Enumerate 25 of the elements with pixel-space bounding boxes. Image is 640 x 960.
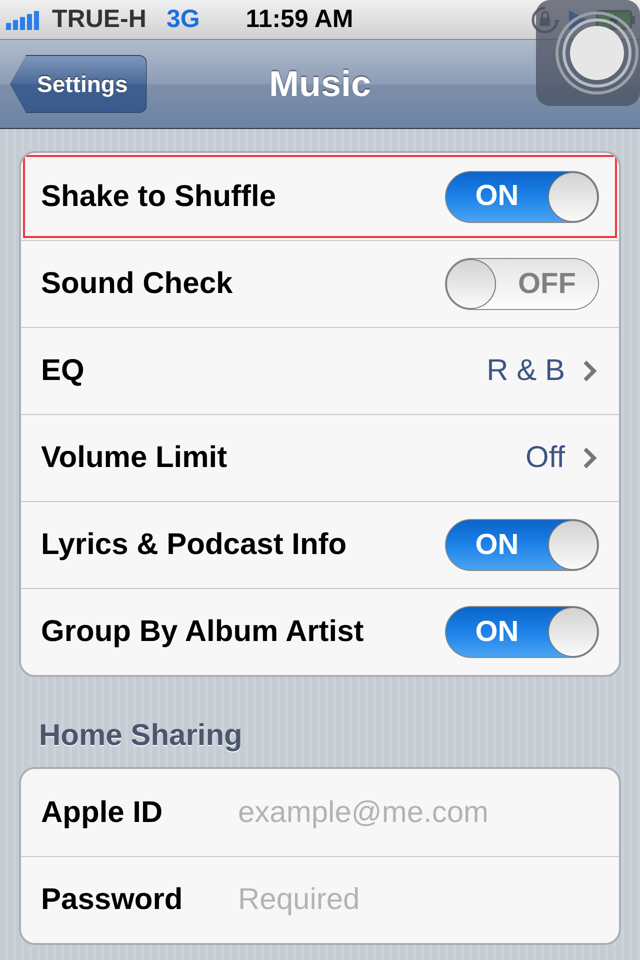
toggle-switch[interactable]: ON [445, 606, 599, 658]
setting-label: Volume Limit [41, 441, 228, 475]
setting-value: Off [526, 441, 565, 475]
chevron-icon[interactable] [583, 447, 597, 469]
input-field[interactable]: Required [236, 882, 599, 918]
chevron-icon[interactable] [583, 360, 597, 382]
section-header: Home Sharing [38, 718, 244, 754]
toggle-switch[interactable]: ON [445, 170, 599, 222]
setting-label: Lyrics & Podcast Info [41, 528, 348, 562]
screen-title: Music [268, 63, 372, 105]
assistive-touch-icon[interactable] [536, 0, 640, 106]
setting-label: Sound Check [41, 267, 234, 301]
input-field[interactable]: example@me.com [236, 794, 599, 830]
toggle-switch[interactable]: ON [445, 519, 599, 571]
setting-label: Shake to Shuffle [41, 180, 278, 214]
setting-value: R & B [486, 354, 565, 388]
setting-label: EQ [41, 354, 86, 388]
field-label: Password [41, 883, 184, 917]
setting-label: Group By Album Artist [41, 615, 365, 649]
back-button[interactable]: Settings [10, 55, 147, 113]
field-label: Apple ID [41, 796, 164, 830]
carrier-name: TRUE-H [52, 5, 146, 34]
status-time: 11:59 AM [246, 5, 354, 34]
toggle-switch[interactable]: OFF [445, 258, 599, 310]
network-type: 3G [166, 5, 200, 34]
